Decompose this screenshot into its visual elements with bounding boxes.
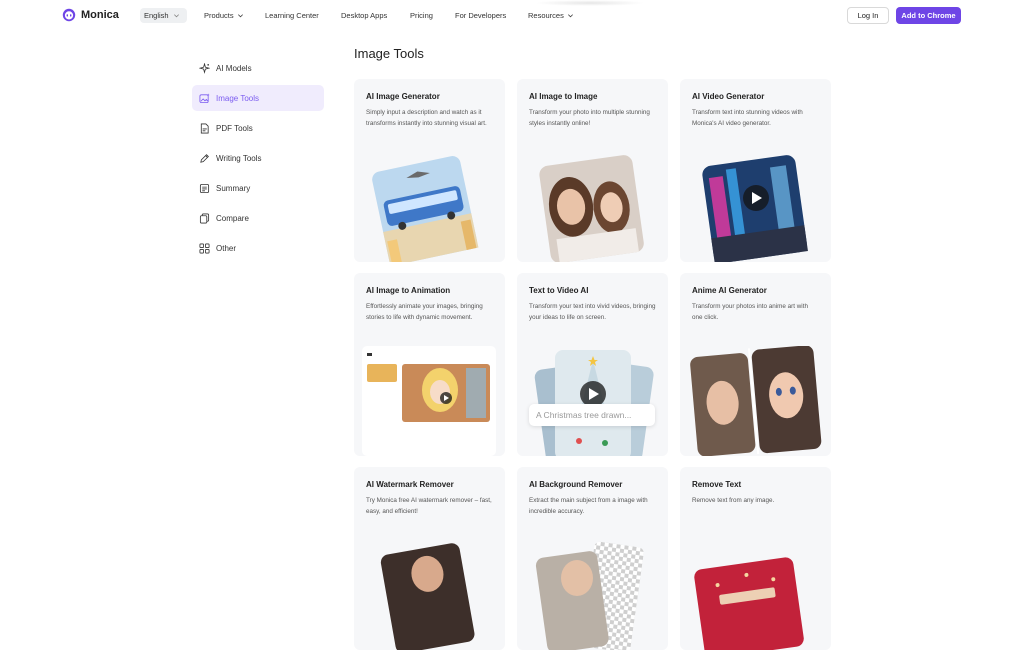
card-title: Text to Video AI (529, 286, 589, 295)
anime-animation-preview (354, 346, 505, 456)
card-description: Transform text into stunning videos with… (692, 109, 803, 127)
category-sidebar: AI Models Image Tools PDF Tools Writing … (192, 55, 324, 265)
card-title: Remove Text (692, 480, 742, 489)
card-description: Effortlessly animate your images, bringi… (366, 303, 483, 321)
nav-learning-center[interactable]: Learning Center (265, 11, 319, 20)
card-description: Simply input a description and watch as … (366, 109, 487, 127)
sidebar-item-compare[interactable]: Compare (192, 205, 324, 231)
card-description: Transform your photo into multiple stunn… (529, 109, 650, 127)
chevron-down-icon (567, 14, 573, 18)
compare-icon (199, 213, 210, 223)
card-title: AI Watermark Remover (366, 480, 454, 489)
nav-link-label: For Developers (455, 11, 507, 20)
watermark-remover-preview (354, 540, 505, 650)
top-navigation: Monica English Products Learning Center … (0, 0, 1024, 32)
card-description: Extract the main subject from a image wi… (529, 497, 648, 515)
card-title: AI Image to Image (529, 92, 598, 101)
sidebar-item-label: Image Tools (216, 93, 259, 103)
sidebar-item-label: Other (216, 243, 237, 253)
hero-shadow (535, 0, 645, 6)
nav-products[interactable]: Products (204, 11, 244, 20)
language-selector[interactable]: English (140, 8, 187, 23)
sidebar-item-pdf-tools[interactable]: PDF Tools (192, 115, 324, 141)
background-remover-preview (517, 540, 668, 650)
nav-link-label: Products (204, 11, 234, 20)
sparkle-icon (199, 62, 210, 74)
card-title: AI Image Generator (366, 92, 440, 101)
sidebar-item-label: Summary (216, 183, 251, 193)
nav-link-label: Desktop Apps (341, 11, 388, 20)
remove-text-preview (680, 540, 831, 650)
card-description: Remove text from any image. (692, 497, 775, 504)
sidebar-item-other[interactable]: Other (192, 235, 324, 261)
tool-card-anime-ai-generator[interactable]: Anime AI Generator Transform your photos… (680, 273, 831, 456)
summary-icon (199, 183, 210, 193)
nav-pricing[interactable]: Pricing (410, 11, 433, 20)
card-description: Transform your photos into anime art wit… (692, 303, 808, 321)
christmas-video-thumbnail (517, 346, 668, 456)
add-to-chrome-button[interactable]: Add to Chrome (896, 7, 961, 24)
card-description: Transform your text into vivid videos, b… (529, 303, 656, 321)
sidebar-item-label: PDF Tools (216, 123, 253, 133)
login-button[interactable]: Log In (847, 7, 889, 24)
tool-card-ai-watermark-remover[interactable]: AI Watermark Remover Try Monica free AI … (354, 467, 505, 650)
photo-vs-anime-portrait (680, 346, 831, 456)
grid-icon (199, 243, 210, 253)
brand-name: Monica (81, 9, 119, 21)
sidebar-item-label: Compare (216, 213, 249, 223)
tool-card-ai-image-generator[interactable]: AI Image Generator Simply input a descri… (354, 79, 505, 262)
sidebar-item-label: Writing Tools (216, 153, 262, 163)
card-title: AI Image to Animation (366, 286, 451, 295)
flying-bus-illustration (354, 152, 505, 262)
pdf-icon (200, 123, 209, 133)
nav-resources[interactable]: Resources (528, 11, 574, 20)
sidebar-item-ai-models[interactable]: AI Models (192, 55, 324, 81)
nav-link-label: Resources (528, 11, 564, 20)
sidebar-item-image-tools[interactable]: Image Tools (192, 85, 324, 111)
monica-logo-icon (62, 8, 76, 22)
prompt-preview-pill: A Christmas tree drawn... (529, 404, 655, 426)
two-portraits-photo (517, 152, 668, 262)
chevron-down-icon (173, 14, 179, 18)
card-description: Try Monica free AI watermark remover – f… (366, 497, 492, 515)
pen-icon (200, 153, 209, 163)
chevron-down-icon (237, 14, 243, 18)
nav-desktop-apps[interactable]: Desktop Apps (341, 11, 387, 20)
nav-link-label: Pricing (410, 11, 433, 20)
image-sparkle-icon (199, 93, 210, 103)
nav-link-label: Learning Center (265, 11, 319, 20)
card-title: AI Video Generator (692, 92, 765, 101)
page-title: Image Tools (354, 46, 424, 61)
sidebar-item-label: AI Models (216, 63, 252, 73)
tool-card-remove-text[interactable]: Remove Text Remove text from any image. (680, 467, 831, 650)
tool-card-ai-video-generator[interactable]: AI Video Generator Transform text into s… (680, 79, 831, 262)
brand-logo-link[interactable]: Monica (62, 8, 119, 22)
sidebar-item-writing-tools[interactable]: Writing Tools (192, 145, 324, 171)
card-title: Anime AI Generator (692, 286, 767, 295)
neon-city-video-thumbnail (680, 152, 831, 262)
nav-for-developers[interactable]: For Developers (455, 11, 506, 20)
tool-card-ai-image-to-image[interactable]: AI Image to Image Transform your photo i… (517, 79, 668, 262)
tool-card-ai-background-remover[interactable]: AI Background Remover Extract the main s… (517, 467, 668, 650)
card-title: AI Background Remover (529, 480, 623, 489)
sidebar-item-summary[interactable]: Summary (192, 175, 324, 201)
language-label: English (144, 11, 169, 20)
tool-card-text-to-video-ai[interactable]: Text to Video AI Transform your text int… (517, 273, 668, 456)
tool-card-ai-image-to-animation[interactable]: AI Image to Animation Effortlessly anima… (354, 273, 505, 456)
